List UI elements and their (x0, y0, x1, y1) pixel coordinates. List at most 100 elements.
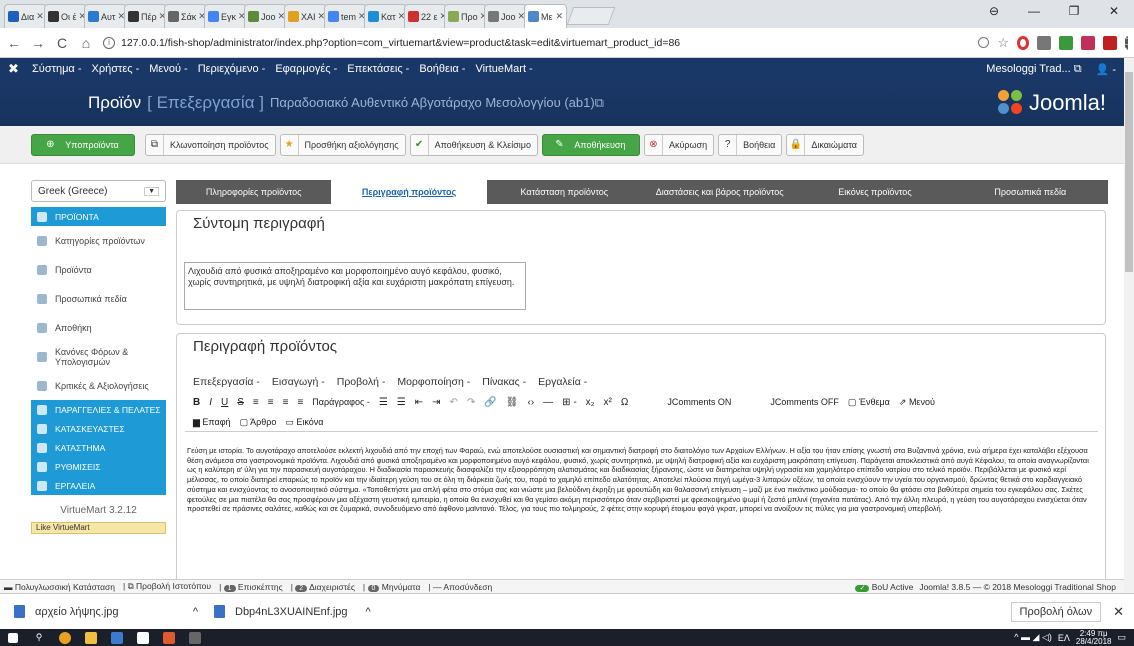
table-icon[interactable]: ⊞ - (562, 397, 577, 408)
profile-icon[interactable]: ⊖ (974, 0, 1014, 22)
editor-menu-item[interactable]: Προβολή - (337, 376, 386, 388)
sidebar-item[interactable]: ΚΑΤΑΣΤΗΜΑ (31, 438, 166, 457)
help-button[interactable]: ? Βοήθεια (718, 133, 783, 156)
admin-menu-item[interactable]: Εφαρμογές - (275, 63, 337, 75)
star-icon[interactable]: ☆ (997, 35, 1009, 51)
logout-link[interactable]: | — Αποσύνδεση (428, 582, 492, 592)
sidebar-item[interactable]: ΠΡΟΪΟΝΤΑ (31, 207, 166, 226)
child-products-button[interactable]: ⊕ Υποπροϊόντα (31, 133, 135, 156)
photos-icon[interactable] (130, 629, 156, 646)
forward-button[interactable]: → (30, 35, 46, 51)
menu-button[interactable]: ⇗ Μενού (899, 397, 935, 408)
admin-menu-item[interactable]: Χρήστες - (91, 63, 139, 75)
home-button[interactable]: ⌂ (78, 35, 94, 51)
indent-icon[interactable]: ⇥ (432, 397, 440, 408)
sidebar-item[interactable]: ΕΡΓΑΛΕΙΑ (31, 476, 166, 495)
sidebar-item[interactable]: Προϊόντα (31, 255, 166, 284)
product-tab[interactable]: Περιγραφή προϊόντος (331, 180, 487, 204)
close-window-button[interactable]: ✕ (1094, 0, 1134, 22)
extension-icon[interactable] (1037, 35, 1051, 50)
redo-icon[interactable]: ↷ (467, 397, 475, 408)
extension-icon[interactable] (1103, 35, 1117, 50)
file-explorer-icon[interactable] (78, 629, 104, 646)
language-select[interactable]: Greek (Greece) ▼ (31, 180, 166, 202)
browser-tab[interactable]: Δια ✕ (4, 4, 47, 28)
underline-icon[interactable]: U (221, 397, 228, 408)
sidebar-item[interactable]: Αποθήκη (31, 313, 166, 342)
browser-tab[interactable]: Αυτ ✕ (84, 4, 127, 28)
close-tab-icon[interactable]: ✕ (36, 11, 44, 22)
editor-menu-item[interactable]: Επεξεργασία - (193, 376, 260, 388)
article-button[interactable]: ▢ Άρθρο (240, 417, 277, 428)
sidebar-item[interactable]: ΚΑΤΑΣΚΕΥΑΣΤΕΣ (31, 419, 166, 438)
strikethrough-icon[interactable]: S (237, 397, 244, 408)
extension-icon[interactable] (1059, 35, 1073, 50)
app-icon[interactable] (104, 629, 130, 646)
browser-tab[interactable]: Με ✕ (524, 4, 567, 28)
browser-tab[interactable]: Σάκ ✕ (164, 4, 207, 28)
zoom-icon[interactable] (978, 37, 990, 48)
contact-button[interactable]: ▆ Επαφή (193, 417, 231, 428)
italic-icon[interactable]: I (209, 397, 212, 408)
view-site-link[interactable]: | ⧉ Προβολή Ιστοτόπου (123, 581, 211, 592)
sidebar-item[interactable]: Κατηγορίες προϊόντων (31, 226, 166, 255)
extension-icon[interactable] (1081, 35, 1095, 50)
sidebar-item[interactable]: Κανόνες Φόρων & Υπολογισμών (31, 342, 166, 371)
new-tab-button[interactable] (566, 7, 616, 25)
product-tab[interactable]: Εικόνες προϊόντος (797, 187, 952, 197)
start-button[interactable] (0, 629, 26, 646)
notifications-icon[interactable]: ▭ (1117, 632, 1126, 643)
editor-content[interactable]: Γεύση με ιστορία. Το αυγοτάραχο αποτελού… (187, 446, 1097, 580)
product-tab[interactable]: Κατάσταση προϊόντος (487, 187, 642, 197)
omega-icon[interactable]: Ω (621, 397, 628, 408)
short-description-textarea[interactable]: Λιχουδιά από φυσικά αποξηραμένο και μορφ… (184, 262, 526, 310)
image-button[interactable]: ▭ Εικόνα (285, 417, 323, 428)
code-icon[interactable]: ‹› (527, 397, 534, 408)
align-left-icon[interactable]: ≡ (253, 397, 259, 408)
browser-tab[interactable]: 22 ε✕ (404, 4, 447, 28)
sidebar-item[interactable]: Προσωπικά πεδία (31, 284, 166, 313)
unlink-icon[interactable]: ⛓ (506, 397, 519, 408)
scrollbar-thumb[interactable] (1125, 72, 1133, 272)
joomla-logo-icon[interactable]: ✖ (8, 61, 22, 77)
paragraph-select[interactable]: Παράγραφος - (312, 397, 370, 407)
save-close-button[interactable]: ✔ Αποθήκευση & Κλείσιμο (409, 133, 538, 156)
product-tab[interactable]: Πληροφορίες προϊόντος (176, 187, 331, 197)
cancel-button[interactable]: ⊗ Ακύρωση (643, 133, 715, 156)
admin-menu-item[interactable]: Βοήθεια - (419, 63, 465, 75)
browser-tab[interactable]: Κατ ✕ (364, 4, 407, 28)
product-tab[interactable]: Διαστάσεις και βάρος προϊόντος (642, 187, 797, 197)
product-tab[interactable]: Προσωπικά πεδία (953, 187, 1108, 197)
maximize-button[interactable]: ❐ (1054, 0, 1094, 22)
search-icon[interactable]: ⚲ (26, 629, 52, 646)
browser-tab[interactable]: Joo ✕ (244, 4, 287, 28)
jcomments-off-button[interactable]: JComments OFF (770, 397, 839, 407)
superscript-icon[interactable]: x² (604, 397, 612, 408)
sidebar-item[interactable]: ΡΥΘΜΙΣΕΙΣ (31, 457, 166, 476)
browser-tab[interactable]: Πέρ ✕ (124, 4, 167, 28)
admin-menu-item[interactable]: Επεκτάσεις - (347, 63, 409, 75)
messages-indicator[interactable]: | 0 Μηνύματα (363, 582, 420, 592)
align-right-icon[interactable]: ≡ (283, 397, 289, 408)
close-tab-icon[interactable]: ✕ (555, 11, 563, 22)
align-center-icon[interactable]: ≡ (268, 397, 274, 408)
align-justify-icon[interactable]: ≡ (297, 397, 303, 408)
editor-menu-item[interactable]: Μορφοποίηση - (397, 376, 470, 388)
product-name[interactable]: Παραδοσιακό Αυθεντικό Αβγοτάραχο Μεσολογ… (270, 95, 604, 111)
subscript-icon[interactable]: x₂ (586, 397, 595, 408)
jcomments-on-button[interactable]: JComments ON (667, 397, 731, 407)
menu-icon[interactable] (1125, 35, 1128, 50)
browser-tab[interactable]: tem ✕ (324, 4, 367, 28)
minimize-button[interactable]: — (1014, 0, 1054, 22)
download-item[interactable]: αρχείο λήψης.jpg ^ (14, 605, 214, 618)
sidebar-item[interactable]: Κριτικές & Αξιολογήσεις (31, 371, 166, 400)
opera-icon[interactable] (1017, 35, 1029, 50)
sidebar-item[interactable]: ΠΑΡΑΓΓΕΛΙΕΣ & ΠΕΛΑΤΕΣ (31, 400, 166, 419)
xampp-icon[interactable] (156, 629, 182, 646)
chrome-icon[interactable] (52, 629, 78, 646)
browser-tab[interactable]: Προ✕ (444, 4, 487, 28)
horizontal-rule-icon[interactable]: — (543, 397, 553, 408)
show-all-downloads-button[interactable]: Προβολή όλων (1010, 601, 1102, 622)
reload-button[interactable]: C (54, 35, 70, 51)
bullet-list-icon[interactable]: ☰ (379, 397, 388, 408)
